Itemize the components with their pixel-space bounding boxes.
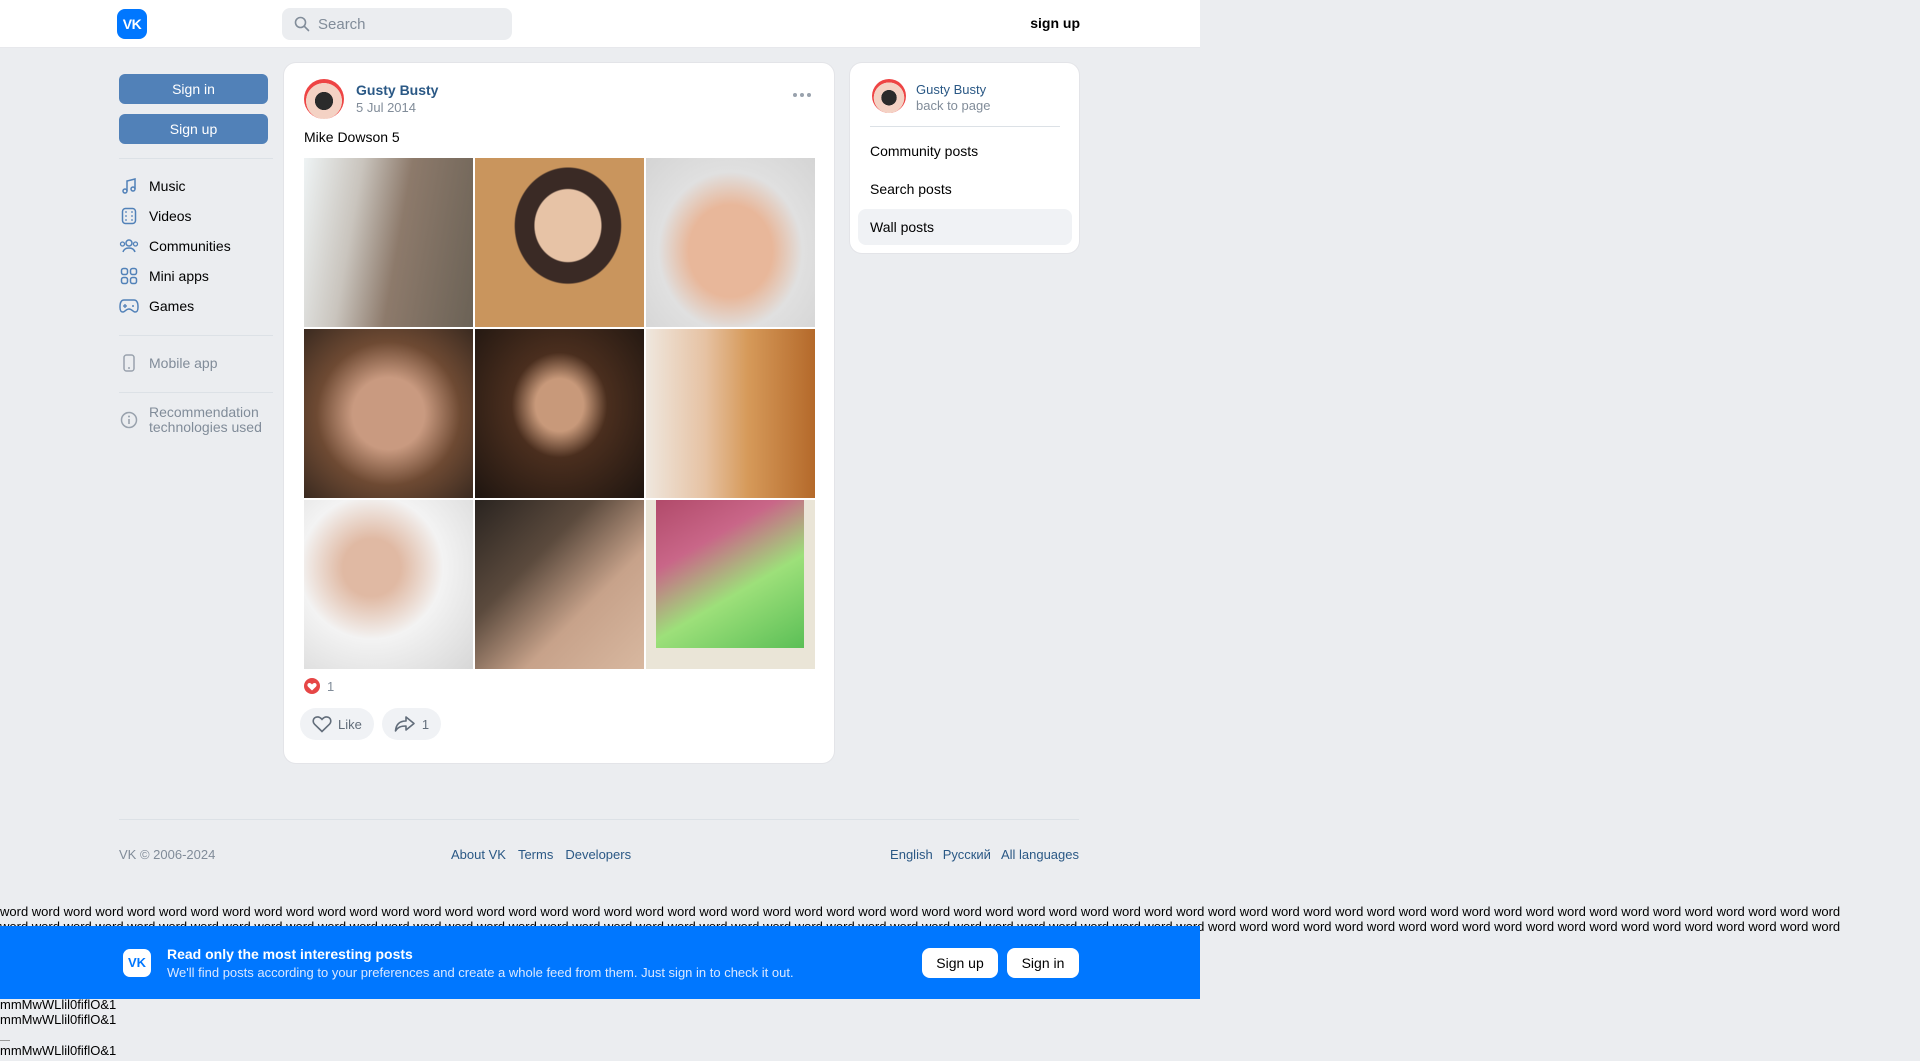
- banner-subtitle: We'll find posts according to your prefe…: [167, 965, 794, 980]
- back-to-page-link[interactable]: back to page: [916, 98, 990, 113]
- photo-thumbnail[interactable]: [646, 158, 815, 327]
- divider: [870, 126, 1060, 127]
- likes-count: 1: [327, 678, 335, 694]
- more-icon[interactable]: [792, 91, 812, 99]
- lang-english[interactable]: English: [890, 847, 933, 862]
- banner-sign-in-button[interactable]: Sign in: [1007, 948, 1079, 978]
- nav-item-label: Videos: [149, 208, 192, 224]
- debug-text: mmMwWLlil0fiflO&1: [0, 1012, 117, 1027]
- nav-item-label: Recommendation technologies used: [149, 404, 262, 435]
- lang-all[interactable]: All languages: [1001, 847, 1079, 862]
- word-strip-line: word word word word word word word word …: [0, 904, 1841, 919]
- share-count: 1: [421, 716, 430, 732]
- avatar[interactable]: [872, 79, 906, 113]
- avatar[interactable]: [304, 79, 344, 119]
- menu-item-wall-posts[interactable]: Wall posts: [858, 209, 1072, 245]
- menu-item-search-posts[interactable]: Search posts: [858, 171, 1072, 207]
- wall-post: Gusty Busty 5 Jul 2014 Mike Dowson 5 1 L…: [284, 63, 834, 763]
- wall-navigation-card: Gusty Busty back to page Community posts…: [850, 63, 1079, 253]
- share-button[interactable]: 1: [381, 708, 442, 740]
- signin-promo-banner: VK Read only the most interesting posts …: [0, 926, 1200, 999]
- like-label: Like: [338, 716, 362, 732]
- left-nav: Sign in Sign up Music Videos Communities…: [119, 74, 273, 445]
- nav-item-label: Games: [149, 298, 195, 314]
- nav-item-communities[interactable]: Communities: [119, 231, 273, 261]
- nav-item-recommendation[interactable]: Recommendation technologies used: [119, 405, 273, 445]
- post-date[interactable]: 5 Jul 2014: [356, 100, 416, 115]
- nav-item-games[interactable]: Games: [119, 291, 273, 321]
- nav-divider: [119, 392, 273, 393]
- info-icon: [119, 410, 139, 430]
- debug-text: mmMwWLlil0fiflO&1: [0, 1043, 117, 1058]
- reactions-summary[interactable]: 1: [304, 678, 334, 694]
- share-icon: [394, 716, 415, 732]
- nav-item-label: Mini apps: [149, 268, 209, 284]
- debug-divider: [0, 1040, 10, 1041]
- nav-item-videos[interactable]: Videos: [119, 201, 273, 231]
- post-text: Mike Dowson 5: [304, 129, 400, 145]
- profile-name-link[interactable]: Gusty Busty: [916, 82, 986, 97]
- footer-link-developers[interactable]: Developers: [565, 847, 631, 862]
- language-links: English Русский All languages: [890, 847, 1079, 862]
- photo-thumbnail[interactable]: [304, 329, 473, 498]
- footer-link-about[interactable]: About VK: [451, 847, 506, 862]
- sign-up-button[interactable]: Sign up: [119, 114, 268, 144]
- search-icon: [294, 16, 310, 32]
- photo-thumbnail[interactable]: [304, 500, 473, 669]
- photo-thumbnail[interactable]: [304, 158, 473, 327]
- photo-thumbnail[interactable]: [646, 500, 815, 669]
- like-button[interactable]: Like: [300, 708, 374, 740]
- photo-thumbnail[interactable]: [475, 329, 644, 498]
- copyright: VK © 2006-2024: [119, 847, 216, 862]
- header-signup-link[interactable]: sign up: [1030, 15, 1080, 31]
- search-box[interactable]: [282, 8, 512, 40]
- nav-divider: [119, 335, 273, 336]
- heart-icon: [304, 678, 320, 694]
- top-header: VK sign up: [0, 0, 1200, 48]
- heart-outline-icon: [312, 716, 332, 733]
- photo-grid: [304, 158, 815, 669]
- lang-russian[interactable]: Русский: [943, 847, 991, 862]
- nav-item-mini-apps[interactable]: Mini apps: [119, 261, 273, 291]
- menu-item-community-posts[interactable]: Community posts: [858, 133, 1072, 169]
- banner-sign-up-button[interactable]: Sign up: [922, 948, 998, 978]
- footer-links: About VK Terms Developers: [451, 847, 631, 862]
- nav-item-label: Communities: [149, 238, 231, 254]
- nav-item-mobile-app[interactable]: Mobile app: [119, 348, 273, 378]
- vk-logo: VK: [123, 949, 151, 977]
- post-actions: Like 1: [300, 708, 449, 740]
- mini-apps-icon: [119, 266, 139, 286]
- vk-logo[interactable]: VK: [117, 9, 147, 39]
- nav-item-label: Music: [149, 178, 186, 194]
- debug-text: mmMwWLlil0fiflO&1: [0, 997, 117, 1012]
- gamepad-icon: [119, 296, 139, 316]
- video-icon: [119, 206, 139, 226]
- search-input[interactable]: [318, 8, 508, 40]
- nav-item-music[interactable]: Music: [119, 171, 273, 201]
- photo-thumbnail[interactable]: [475, 158, 644, 327]
- nav-item-label: Mobile app: [149, 355, 218, 371]
- phone-icon: [119, 353, 139, 373]
- communities-icon: [119, 236, 139, 256]
- photo-thumbnail[interactable]: [475, 500, 644, 669]
- music-icon: [119, 176, 139, 196]
- sign-in-button[interactable]: Sign in: [119, 74, 268, 104]
- footer-divider: [119, 819, 1079, 820]
- footer-link-terms[interactable]: Terms: [518, 847, 553, 862]
- nav-divider: [119, 158, 273, 159]
- post-author-link[interactable]: Gusty Busty: [356, 82, 438, 98]
- banner-title: Read only the most interesting posts: [167, 946, 413, 962]
- photo-thumbnail[interactable]: [646, 329, 815, 498]
